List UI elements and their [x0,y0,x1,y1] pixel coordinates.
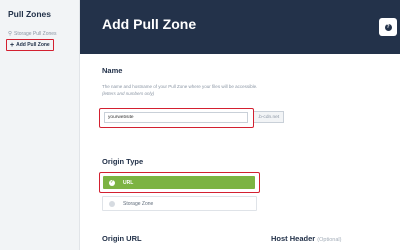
name-input-highlight [99,108,254,128]
hostname-suffix: .b-cdn.net [254,111,284,123]
optional-label: (Optional) [317,237,342,243]
description-text: The name and hostname of your Pull Zone … [102,84,258,89]
origin-url-title: Origin URL [102,234,142,243]
host-header-title: Host Header (Optional) [271,234,341,243]
sidebar-item-storage-pull-zones[interactable]: ⚲ Storage Pull Zones [8,31,57,37]
name-section-title: Name [102,66,123,75]
plus-icon: + [10,41,15,49]
origin-option-label: URL [123,179,134,186]
origin-option-storage-zone[interactable]: Storage Zone [102,196,257,211]
sidebar-item-label: Add Pull Zone [16,42,50,48]
host-header-label: Host Header [271,234,316,243]
origin-option-url[interactable]: ✓ URL [103,176,255,189]
check-circle-icon: ✓ [109,179,115,186]
sidebar-item-add-pull-zone[interactable]: + Add Pull Zone [6,39,54,51]
help-icon: ? [384,23,392,31]
sidebar: Pull Zones ⚲ Storage Pull Zones + Add Pu… [0,0,80,250]
pin-icon: ⚲ [8,31,13,37]
description-hint: (letters and numbers only) [102,90,155,96]
help-button[interactable]: ? [379,18,397,36]
origin-type-title: Origin Type [102,157,144,166]
name-description: The name and hostname of your Pull Zone … [102,84,262,97]
sidebar-item-label: Storage Pull Zones [14,31,57,37]
page-header: Add Pull Zone ? [80,0,400,54]
radio-unchecked-icon [109,200,115,207]
origin-option-label: Storage Zone [123,200,154,207]
origin-option-url-highlight: ✓ URL [99,172,260,193]
name-input[interactable] [104,112,248,123]
page-title: Add Pull Zone [102,16,197,32]
sidebar-title: Pull Zones [8,9,51,19]
